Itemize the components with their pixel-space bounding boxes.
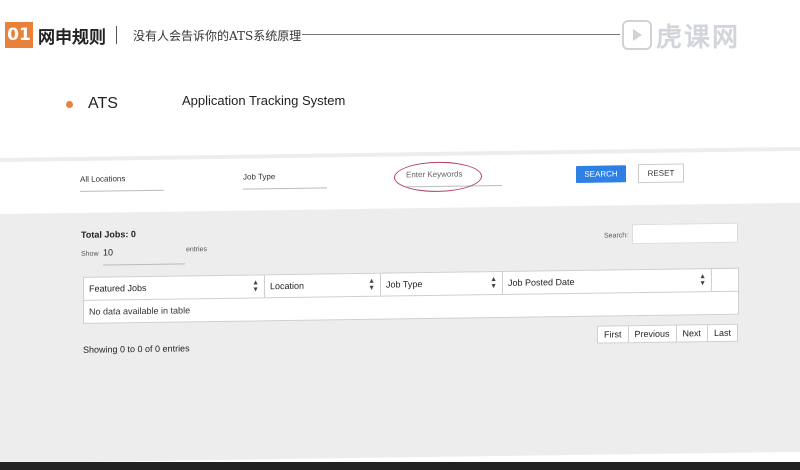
pagination: First Previous Next Last: [597, 323, 739, 344]
play-logo-icon: [622, 20, 652, 50]
column-job-posted-date[interactable]: Job Posted Date ▲ ▼: [503, 269, 712, 294]
slide-header: 01 网申规则 没有人会告诉你的ATS系统原理 虎课网: [0, 18, 800, 53]
location-select[interactable]: All Locations: [80, 173, 164, 192]
column-label: Location: [270, 280, 305, 292]
page-first-button[interactable]: First: [598, 326, 629, 343]
filter-bar: All Locations Job Type Enter Keywords SE…: [0, 150, 800, 214]
total-jobs: Total Jobs: 0: [81, 229, 136, 240]
watermark-text: 虎课网: [656, 22, 741, 53]
jobs-table: Featured Jobs ▲ ▼ Location ▲ ▼ Job Type ▲ ▼…: [83, 267, 739, 324]
sort-icon: ▲ ▼: [368, 277, 375, 292]
entries-label: entries: [186, 246, 208, 254]
table-search-label: Search:: [604, 232, 629, 240]
column-extra: [712, 269, 736, 291]
reset-button[interactable]: RESET: [638, 163, 684, 184]
column-location[interactable]: Location ▲ ▼: [265, 273, 381, 298]
showing-entries-info: Showing 0 to 0 of 0 entries: [83, 343, 190, 355]
header-separator: [116, 26, 117, 44]
bullet-description: Application Tracking System: [182, 93, 346, 108]
ats-screenshot: All Locations Job Type Enter Keywords SE…: [0, 146, 800, 463]
sort-icon: ▲ ▼: [490, 276, 497, 291]
bullet-term: ATS: [88, 95, 118, 112]
page-next-button[interactable]: Next: [676, 325, 709, 342]
sort-icon: ▲ ▼: [699, 273, 706, 288]
show-label: Show: [81, 250, 99, 258]
column-label: Job Type: [386, 279, 423, 290]
table-search-input[interactable]: [632, 222, 738, 245]
entries-select[interactable]: 10: [103, 246, 185, 266]
column-label: Job Posted Date: [508, 276, 575, 288]
sort-icon: ▲ ▼: [252, 279, 259, 294]
page-previous-button[interactable]: Previous: [628, 325, 677, 343]
bottom-frame-band: [0, 462, 800, 470]
column-label: Featured Jobs: [89, 282, 147, 294]
watermark: 虎课网: [622, 18, 741, 53]
job-type-select[interactable]: Job Type: [243, 171, 327, 190]
section-number: 01: [5, 22, 33, 48]
keywords-highlight-circle: [394, 161, 482, 193]
column-featured-jobs[interactable]: Featured Jobs ▲ ▼: [84, 275, 265, 300]
search-button[interactable]: SEARCH: [576, 165, 626, 183]
column-job-type[interactable]: Job Type ▲ ▼: [381, 271, 503, 296]
section-title: 网申规则: [38, 28, 106, 48]
bullet-item: ATS Application Tracking System: [66, 93, 466, 117]
page-last-button[interactable]: Last: [708, 325, 737, 341]
bullet-dot-icon: [66, 101, 73, 108]
header-subtitle: 没有人会告诉你的ATS系统原理: [133, 29, 302, 43]
header-rule: [302, 34, 620, 35]
